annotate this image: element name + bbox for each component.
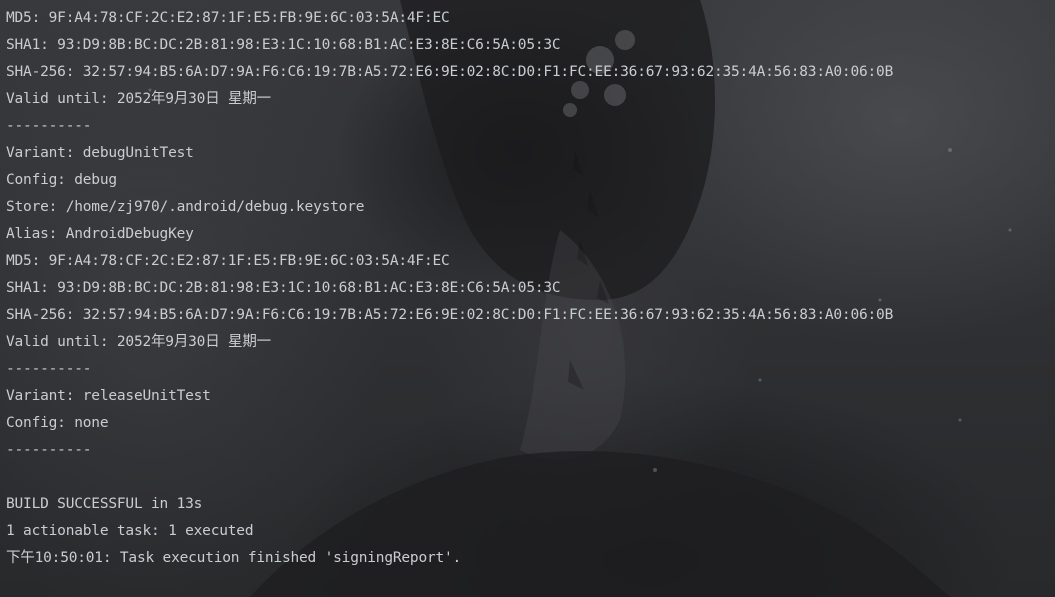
console-line: Config: none [6, 415, 109, 431]
console-line: ---------- [6, 118, 92, 134]
console-line: Config: debug [6, 172, 117, 188]
console-line: SHA-256: 32:57:94:B5:6A:D7:9A:F6:C6:19:7… [6, 64, 894, 80]
console-line: BUILD SUCCESSFUL in 13s [6, 496, 203, 512]
console-line: SHA-256: 32:57:94:B5:6A:D7:9A:F6:C6:19:7… [6, 307, 894, 323]
console-line: MD5: 9F:A4:78:CF:2C:E2:87:1F:E5:FB:9E:6C… [6, 10, 450, 26]
console-line: Alias: AndroidDebugKey [6, 226, 194, 242]
console-line: Store: /home/zj970/.android/debug.keysto… [6, 199, 365, 215]
console-line: SHA1: 93:D9:8B:BC:DC:2B:81:98:E3:1C:10:6… [6, 280, 561, 296]
console-line: Valid until: 2052年9月30日 星期一 [6, 91, 271, 107]
console-line: 下午10:50:01: Task execution finished 'sig… [6, 550, 462, 566]
console-line: Valid until: 2052年9月30日 星期一 [6, 334, 271, 350]
console-line: ---------- [6, 361, 92, 377]
console-output-panel[interactable]: MD5: 9F:A4:78:CF:2C:E2:87:1F:E5:FB:9E:6C… [0, 0, 1055, 597]
console-line: MD5: 9F:A4:78:CF:2C:E2:87:1F:E5:FB:9E:6C… [6, 253, 450, 269]
console-line: ---------- [6, 442, 92, 458]
console-line: 1 actionable task: 1 executed [6, 523, 254, 539]
console-lines: MD5: 9F:A4:78:CF:2C:E2:87:1F:E5:FB:9E:6C… [6, 5, 893, 572]
console-line: Variant: debugUnitTest [6, 145, 194, 161]
console-line: Variant: releaseUnitTest [6, 388, 211, 404]
console-line: SHA1: 93:D9:8B:BC:DC:2B:81:98:E3:1C:10:6… [6, 37, 561, 53]
